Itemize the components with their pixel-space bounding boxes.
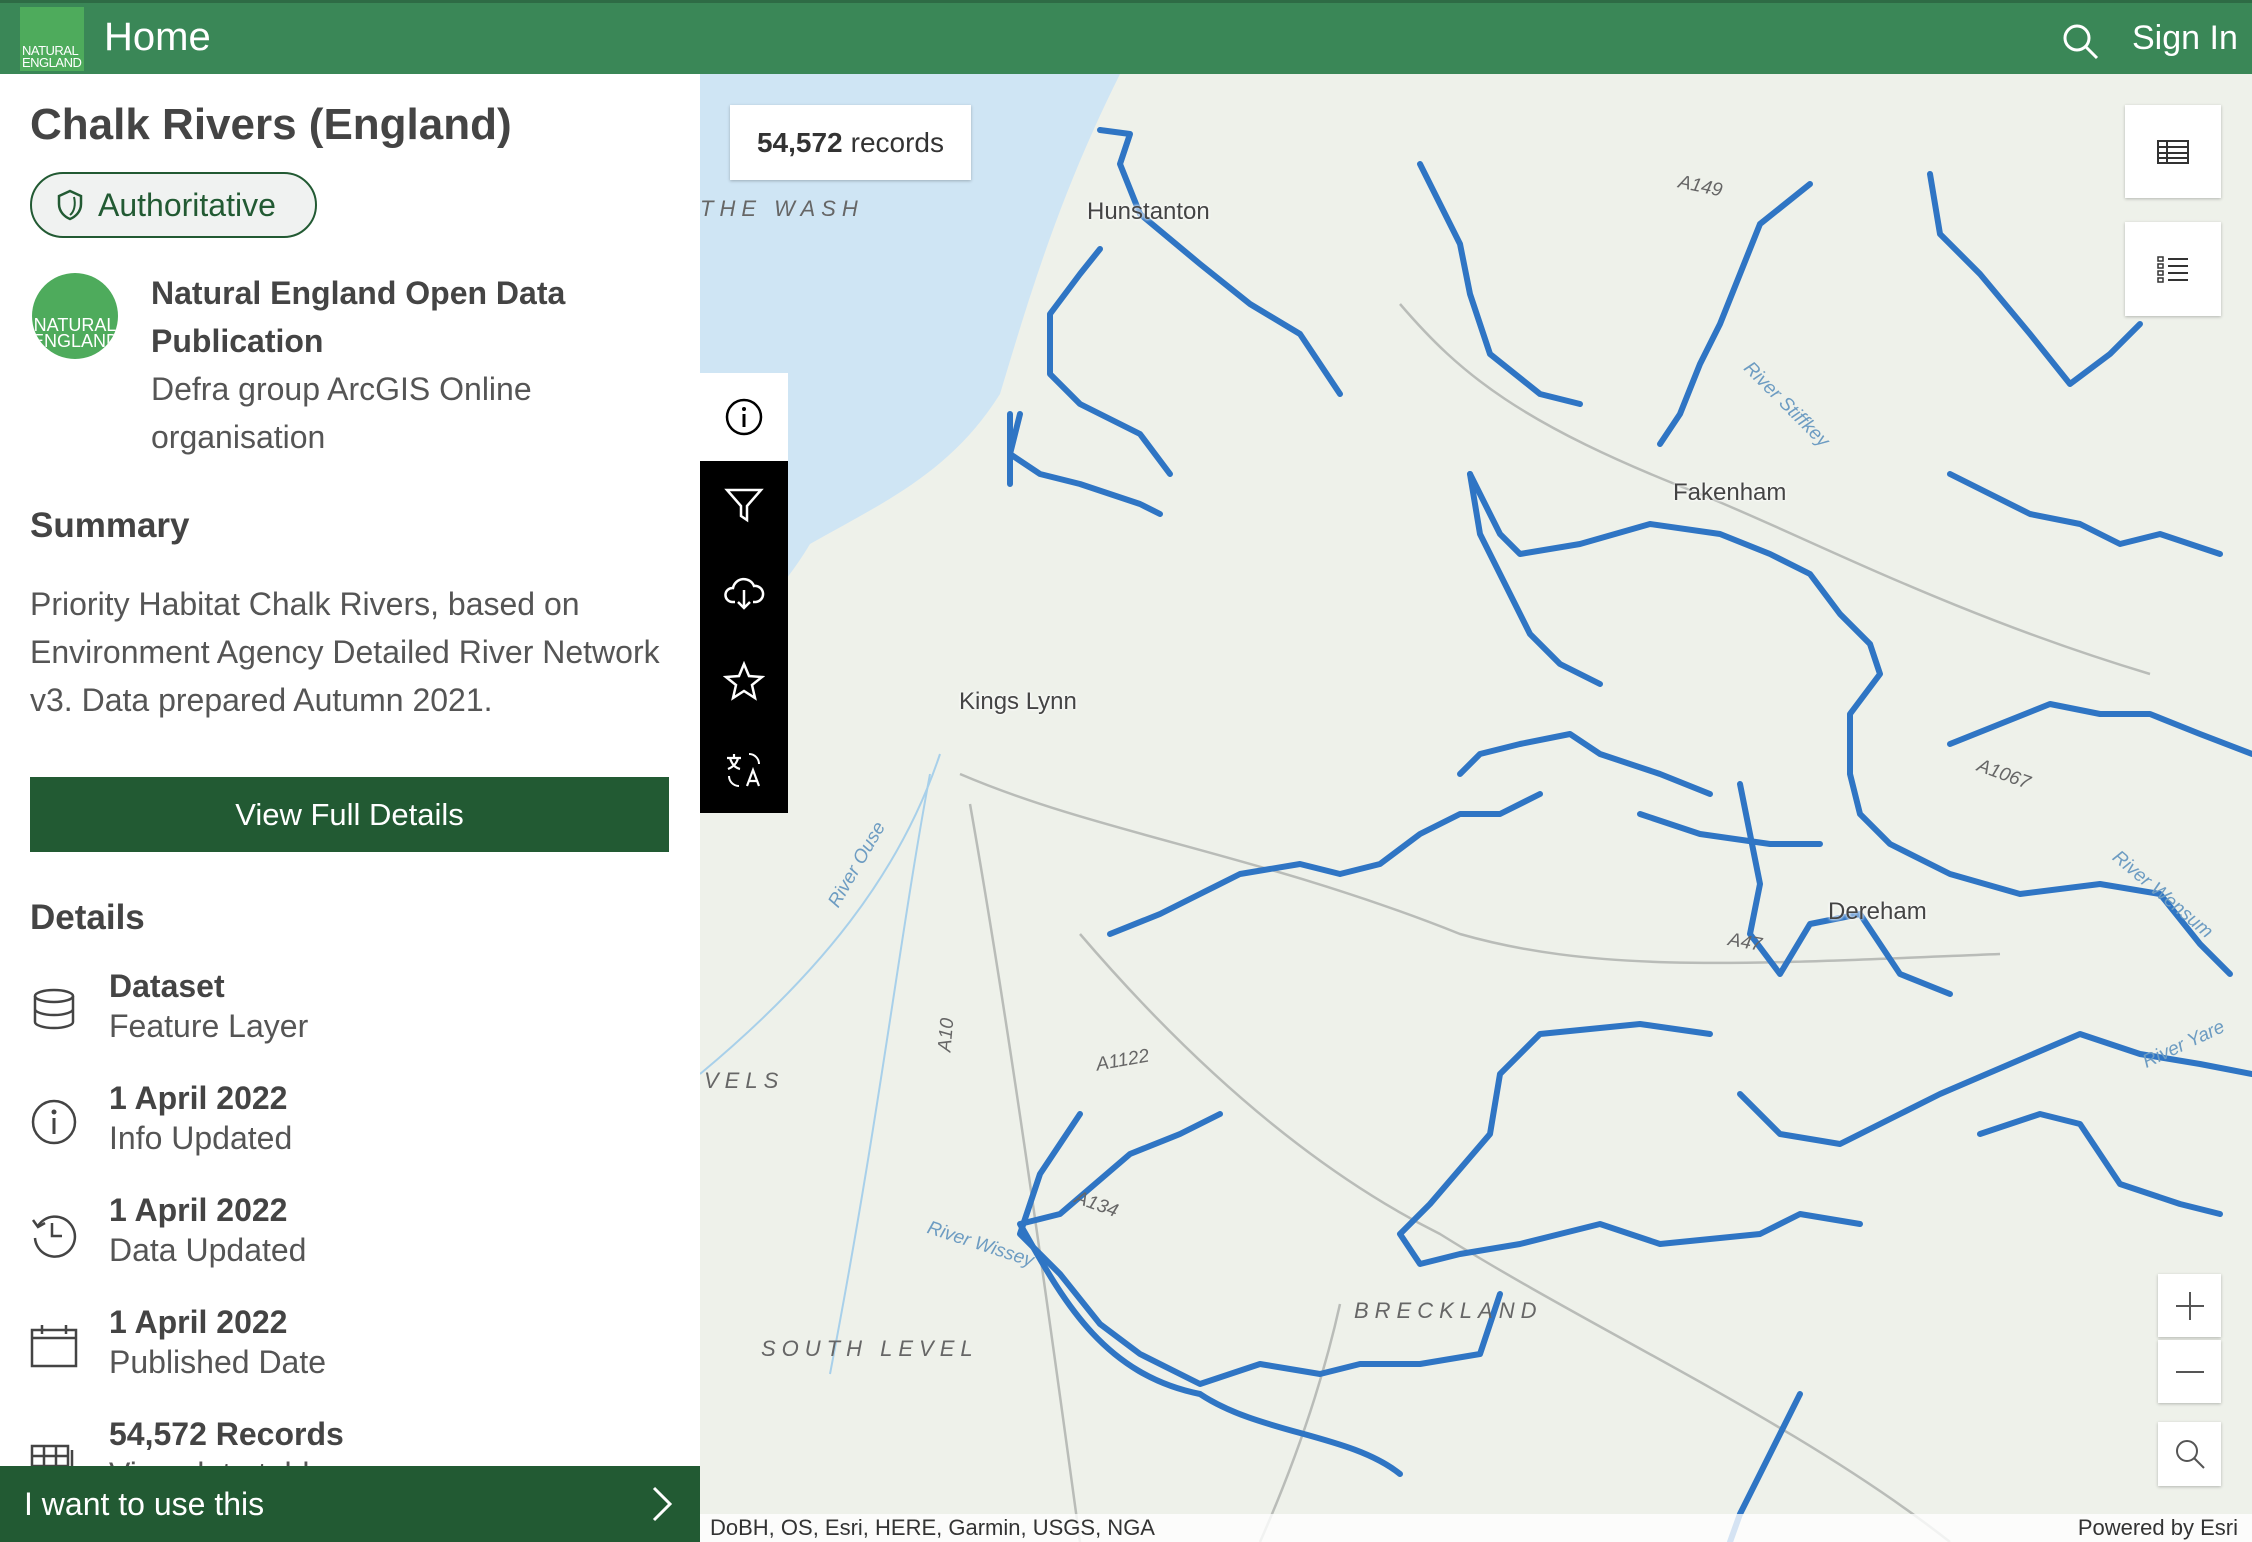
favorite-button[interactable] xyxy=(700,637,788,725)
detail-data-updated: 1 April 2022 Data Updated xyxy=(30,1192,670,1292)
place-label: Dereham xyxy=(1828,898,1927,926)
org-name[interactable]: Natural England Open Data Publication xyxy=(151,269,671,365)
details-heading: Details xyxy=(30,898,145,938)
detail-dataset: Dataset Feature Layer xyxy=(30,968,670,1068)
info-icon xyxy=(30,1098,78,1146)
org-avatar[interactable]: NATURALENGLAND xyxy=(32,273,118,359)
authoritative-badge: Authoritative xyxy=(30,172,317,238)
road-label: A10 xyxy=(934,1017,959,1053)
records-label: records xyxy=(851,127,944,159)
place-label: Fakenham xyxy=(1673,479,1786,507)
detail-info-updated: 1 April 2022 Info Updated xyxy=(30,1080,670,1180)
i-want-to-use-this-button[interactable]: I want to use this xyxy=(0,1466,700,1542)
area-label: SOUTH LEVEL xyxy=(761,1336,979,1362)
translate-icon xyxy=(723,748,765,790)
org-subtitle: Defra group ArcGIS Online organisation xyxy=(151,365,671,461)
top-header: NATURALENGLAND Home Sign In xyxy=(0,0,2252,74)
map-view[interactable]: THE WASH VELS BRECKLAND SOUTH LEVEL Huns… xyxy=(700,74,2252,1542)
detail-title: Dataset xyxy=(109,968,225,1005)
detail-subtitle: Feature Layer xyxy=(109,1008,308,1045)
detail-title: 1 April 2022 xyxy=(109,1080,287,1117)
detail-published-date: 1 April 2022 Published Date xyxy=(30,1304,670,1404)
info-button[interactable] xyxy=(700,373,788,461)
legend-list-icon xyxy=(2155,251,2191,287)
area-label: THE WASH xyxy=(700,196,864,222)
shield-icon xyxy=(56,189,84,221)
natural-england-logo[interactable]: NATURALENGLAND xyxy=(20,7,84,71)
info-icon xyxy=(723,396,765,438)
view-full-details-button[interactable]: View Full Details xyxy=(30,777,669,852)
star-icon xyxy=(723,660,765,702)
summary-text: Priority Habitat Chalk Rivers, based on … xyxy=(30,580,680,724)
table-view-button[interactable] xyxy=(2125,105,2221,198)
records-count-badge: 54,572 records xyxy=(730,105,971,180)
legend-button[interactable] xyxy=(2125,222,2221,316)
map-search-button[interactable] xyxy=(2158,1422,2221,1486)
attribution-text: DoBH, OS, Esri, HERE, Garmin, USGS, NGA xyxy=(710,1515,1155,1540)
detail-title: 1 April 2022 xyxy=(109,1192,287,1229)
download-button[interactable] xyxy=(700,549,788,637)
calendar-icon xyxy=(30,1322,78,1370)
filter-icon xyxy=(723,484,765,526)
chevron-right-icon xyxy=(650,1484,674,1524)
detail-subtitle: Info Updated xyxy=(109,1120,292,1157)
records-count: 54,572 xyxy=(757,127,843,159)
table-icon xyxy=(2155,134,2191,170)
place-label: Kings Lynn xyxy=(959,688,1077,716)
detail-subtitle: Published Date xyxy=(109,1344,326,1381)
area-label: BRECKLAND xyxy=(1354,1298,1542,1324)
sign-in-link[interactable]: Sign In xyxy=(2132,19,2238,58)
search-icon xyxy=(2172,1436,2208,1472)
powered-by-esri[interactable]: Powered by Esri xyxy=(2078,1514,2238,1542)
place-label: Hunstanton xyxy=(1087,198,1210,226)
area-label: VELS xyxy=(704,1068,784,1094)
history-icon xyxy=(30,1210,78,1258)
map-toolbar xyxy=(700,373,788,813)
database-icon xyxy=(30,986,78,1034)
detail-title: 54,572 Records xyxy=(109,1416,344,1453)
home-link[interactable]: Home xyxy=(104,15,211,60)
plus-icon xyxy=(2172,1288,2208,1324)
filter-button[interactable] xyxy=(700,461,788,549)
zoom-out-button[interactable] xyxy=(2158,1340,2221,1403)
cloud-download-icon xyxy=(723,572,765,614)
badge-label: Authoritative xyxy=(98,187,276,224)
map-attribution: DoBH, OS, Esri, HERE, Garmin, USGS, NGA … xyxy=(700,1514,2252,1542)
search-icon[interactable] xyxy=(2060,21,2100,61)
detail-subtitle: Data Updated xyxy=(109,1232,306,1269)
zoom-in-button[interactable] xyxy=(2158,1274,2221,1337)
minus-icon xyxy=(2172,1354,2208,1390)
detail-title: 1 April 2022 xyxy=(109,1304,287,1341)
use-this-label: I want to use this xyxy=(24,1486,264,1523)
item-sidebar: Chalk Rivers (England) Authoritative NAT… xyxy=(0,74,700,1542)
summary-heading: Summary xyxy=(30,506,190,546)
page-title: Chalk Rivers (England) xyxy=(30,100,512,150)
translate-button[interactable] xyxy=(700,725,788,813)
